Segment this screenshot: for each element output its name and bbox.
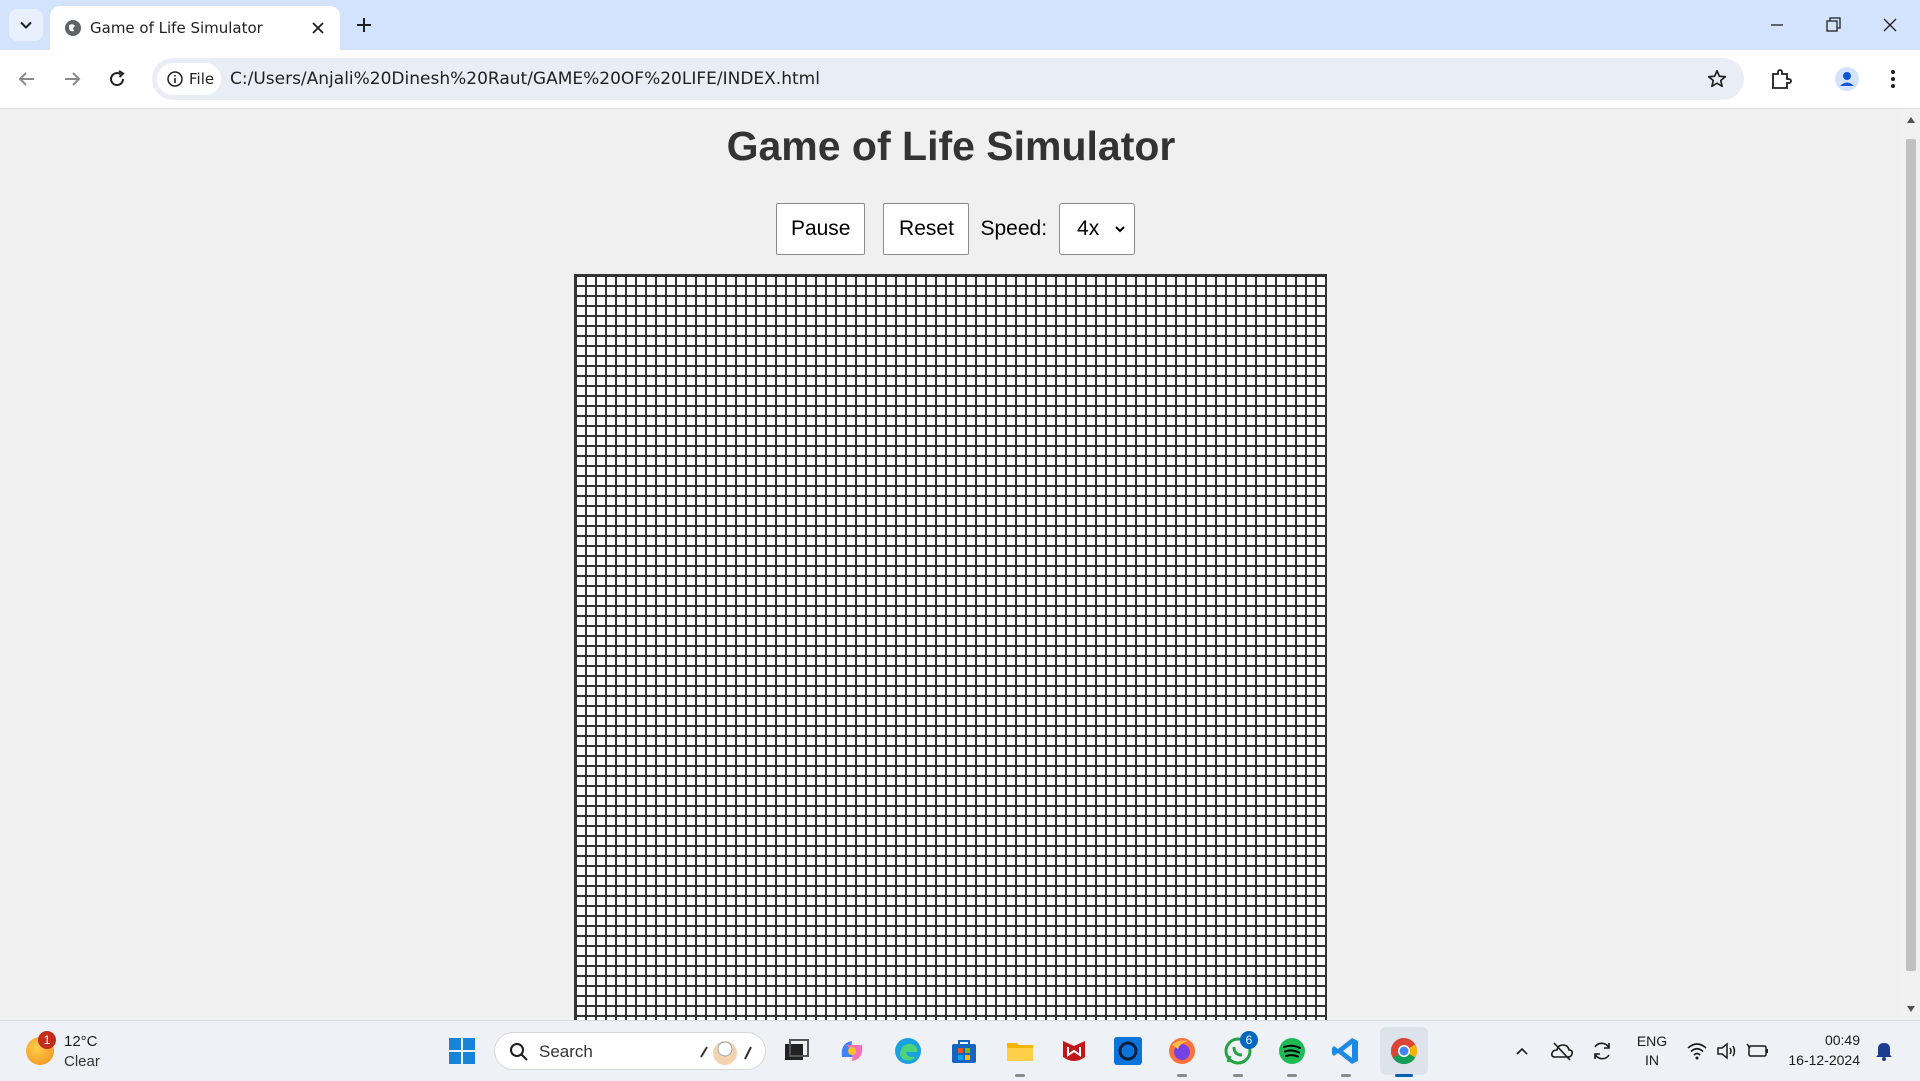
tab-title: Game of Life Simulator bbox=[90, 19, 263, 37]
scroll-down-arrow-icon[interactable] bbox=[1907, 1006, 1915, 1012]
url-text[interactable]: C:/Users/Anjali%20Dinesh%20Raut/GAME%20O… bbox=[230, 69, 820, 89]
copilot-icon[interactable] bbox=[836, 1035, 868, 1067]
new-tab-icon[interactable] bbox=[352, 13, 376, 37]
chevron-down-icon bbox=[20, 21, 32, 29]
notification-bell-icon[interactable] bbox=[1874, 1040, 1894, 1062]
site-info-chip[interactable]: File bbox=[157, 63, 221, 95]
onedrive-offline-icon[interactable] bbox=[1550, 1040, 1574, 1062]
weather-widget[interactable]: 1 12°C Clear bbox=[22, 1029, 142, 1073]
restore-icon[interactable] bbox=[1821, 13, 1845, 37]
clock-date[interactable]: 16-12-2024 bbox=[1766, 1052, 1860, 1068]
search-highlight-icon bbox=[700, 1041, 752, 1065]
taskbar: 1 12°C Clear Search 6 ENG IN 00:49 16-12… bbox=[0, 1020, 1920, 1081]
menu-dots-icon[interactable] bbox=[1880, 66, 1906, 92]
clock-time[interactable]: 00:49 bbox=[1780, 1032, 1860, 1048]
vscode-running-indicator bbox=[1341, 1074, 1351, 1077]
address-bar[interactable]: File C:/Users/Anjali%20Dinesh%20Raut/GAM… bbox=[152, 58, 1744, 100]
search-icon bbox=[510, 1043, 528, 1061]
extensions-puzzle-icon[interactable] bbox=[1768, 66, 1794, 92]
firefox-icon[interactable] bbox=[1166, 1035, 1198, 1067]
chip-label: File bbox=[189, 70, 215, 88]
language-bottom[interactable]: IN bbox=[1632, 1052, 1672, 1068]
edge-browser-icon[interactable] bbox=[892, 1035, 924, 1067]
explorer-running-indicator bbox=[1015, 1074, 1025, 1077]
profile-avatar-icon[interactable] bbox=[1834, 66, 1860, 92]
close-tab-icon[interactable] bbox=[308, 18, 328, 38]
whatsapp-running-indicator bbox=[1233, 1074, 1243, 1077]
page-scrollbar[interactable] bbox=[1902, 109, 1920, 1020]
globe-icon bbox=[65, 20, 81, 36]
close-window-icon[interactable] bbox=[1878, 13, 1902, 37]
weather-temp: 12°C bbox=[64, 1033, 98, 1050]
life-grid[interactable] bbox=[574, 274, 1327, 1020]
task-view-icon[interactable] bbox=[780, 1035, 812, 1067]
windows-start-icon[interactable] bbox=[446, 1035, 478, 1067]
forward-arrow-icon[interactable] bbox=[60, 67, 84, 91]
bookmark-star-icon[interactable] bbox=[1706, 68, 1728, 90]
whatsapp-badge: 6 bbox=[1240, 1031, 1258, 1049]
controls-bar: Pause Reset Speed: 4x bbox=[0, 203, 1902, 255]
scroll-up-arrow-icon[interactable] bbox=[1907, 117, 1915, 123]
speed-label: Speed: bbox=[980, 217, 1048, 240]
minimize-icon[interactable] bbox=[1765, 13, 1789, 37]
reset-button[interactable]: Reset bbox=[883, 203, 970, 255]
back-arrow-icon[interactable] bbox=[15, 67, 39, 91]
info-icon bbox=[167, 71, 183, 87]
taskbar-search[interactable]: Search bbox=[494, 1032, 766, 1070]
pause-button[interactable]: Pause bbox=[775, 203, 866, 255]
browser-toolbar: File C:/Users/Anjali%20Dinesh%20Raut/GAM… bbox=[0, 50, 1920, 109]
language-top[interactable]: ENG bbox=[1632, 1033, 1672, 1049]
tab-search-button[interactable] bbox=[9, 9, 43, 41]
speed-select[interactable]: 4x bbox=[1059, 203, 1136, 255]
mcafee-icon[interactable] bbox=[1058, 1035, 1090, 1067]
weather-condition: Clear bbox=[64, 1053, 100, 1070]
reload-icon[interactable] bbox=[105, 67, 129, 91]
chevron-down-icon bbox=[1115, 226, 1125, 233]
file-explorer-icon[interactable] bbox=[1004, 1035, 1036, 1067]
page-title: Game of Life Simulator bbox=[726, 123, 1176, 169]
microsoft-store-icon[interactable] bbox=[948, 1035, 980, 1067]
taskbar-search-placeholder: Search bbox=[539, 1042, 593, 1061]
vscode-icon[interactable] bbox=[1330, 1035, 1362, 1067]
firefox-running-indicator bbox=[1177, 1074, 1187, 1077]
wifi-icon[interactable] bbox=[1686, 1041, 1708, 1061]
spotify-icon[interactable] bbox=[1276, 1035, 1308, 1067]
weather-badge: 1 bbox=[38, 1031, 56, 1049]
page-viewport: Game of Life Simulator Pause Reset Speed… bbox=[0, 109, 1902, 1020]
volume-icon[interactable] bbox=[1716, 1041, 1738, 1061]
browser-tab[interactable]: Game of Life Simulator bbox=[50, 6, 340, 50]
spotify-running-indicator bbox=[1287, 1074, 1297, 1077]
scroll-thumb[interactable] bbox=[1906, 139, 1916, 971]
browser-tabstrip: Game of Life Simulator bbox=[0, 0, 1920, 50]
sync-icon[interactable] bbox=[1590, 1039, 1614, 1063]
speed-select-value: 4x bbox=[1077, 217, 1100, 240]
chrome-active-indicator bbox=[1395, 1074, 1413, 1077]
cortana-ring-icon[interactable] bbox=[1112, 1035, 1144, 1067]
chrome-icon[interactable] bbox=[1388, 1035, 1420, 1067]
chevron-up-icon[interactable] bbox=[1514, 1043, 1530, 1059]
